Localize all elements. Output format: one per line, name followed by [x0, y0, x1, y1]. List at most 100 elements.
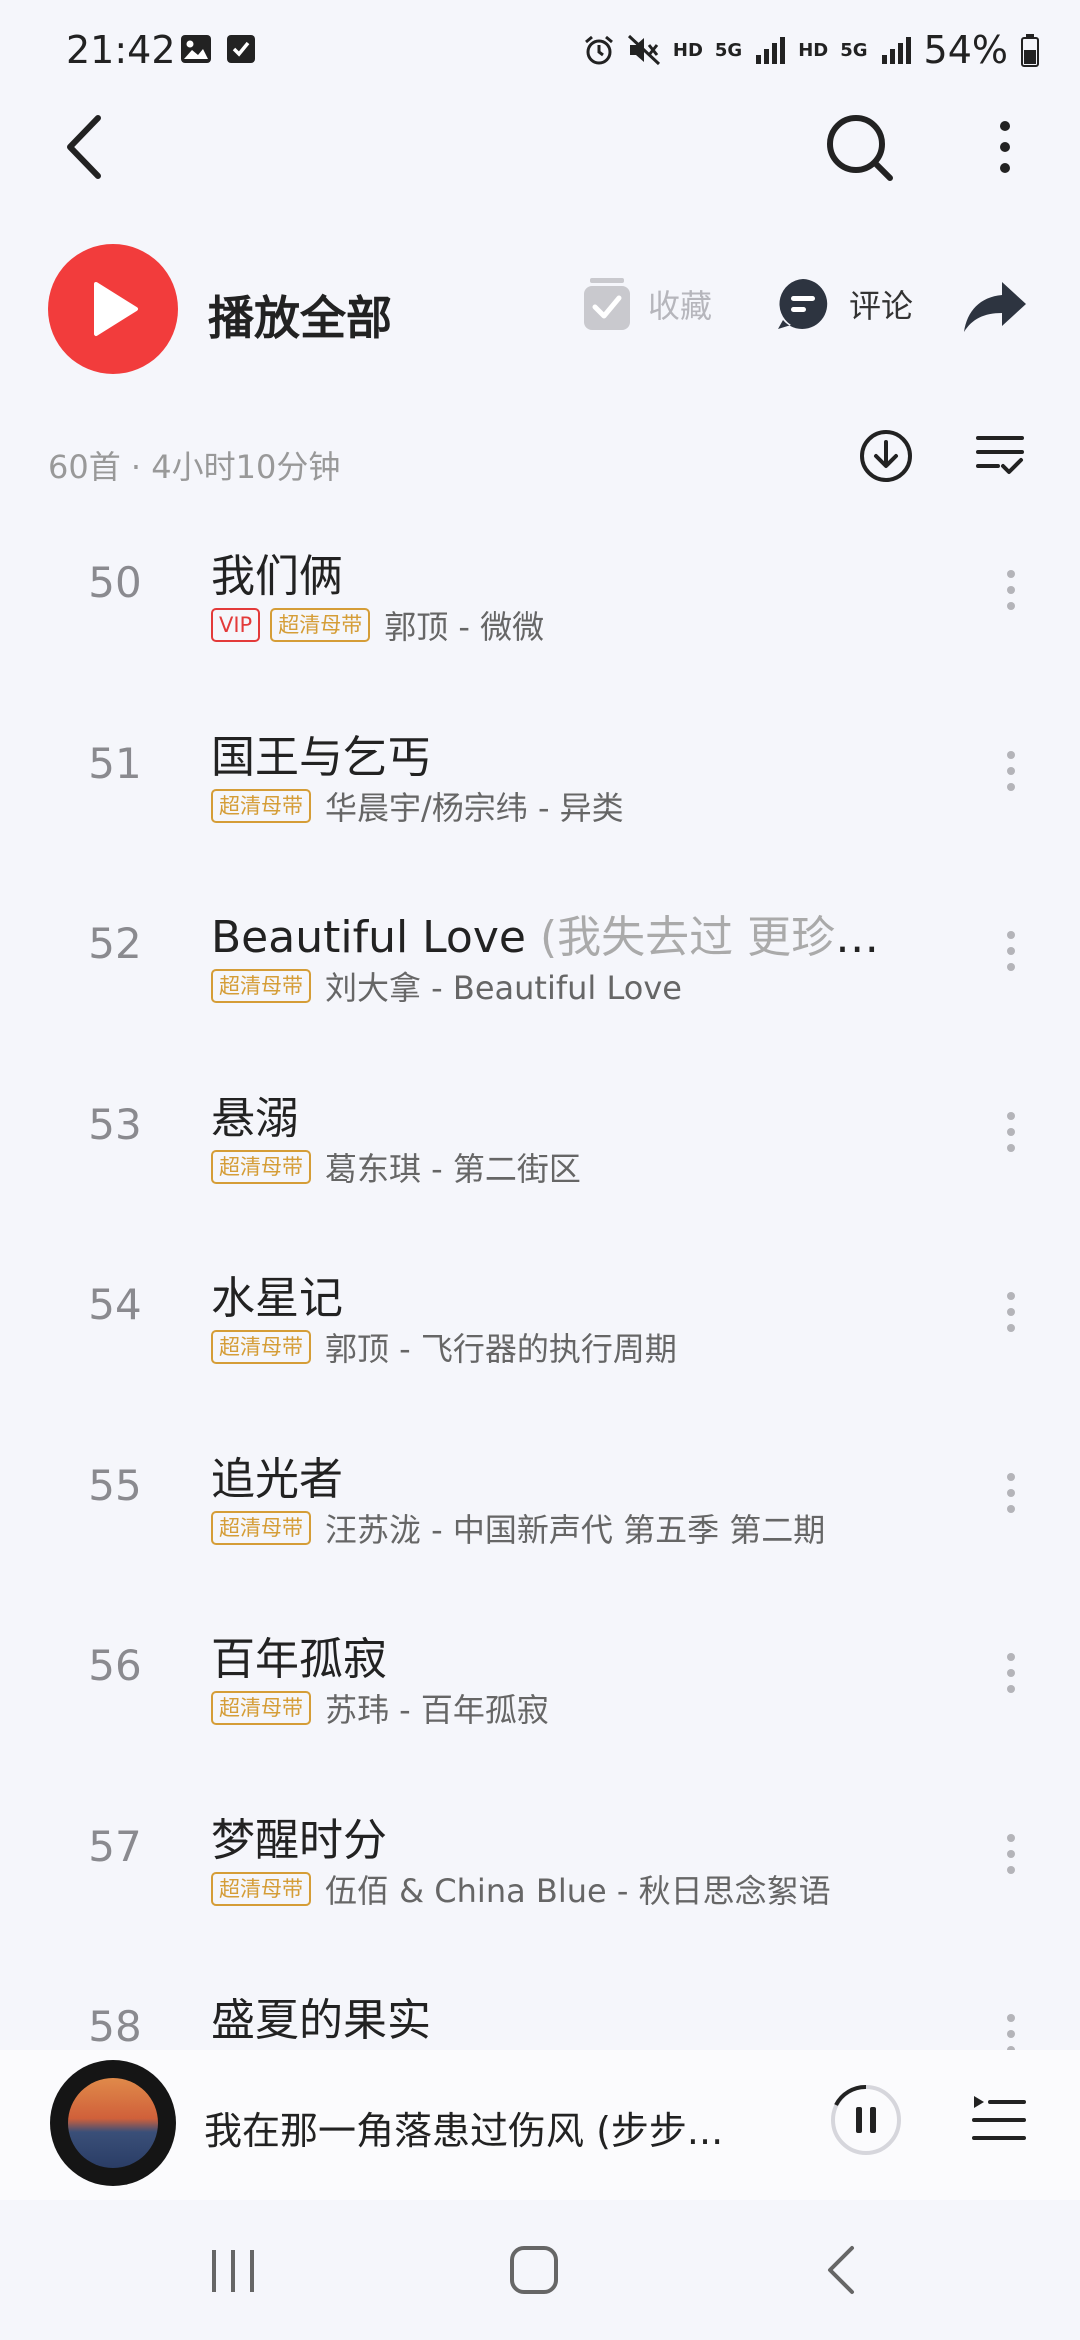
- song-row[interactable]: 55 追光者 超清母带 汪苏泷 - 中国新声代 第五季 第二期: [0, 1423, 1080, 1603]
- download-button[interactable]: [858, 428, 914, 488]
- song-artist-album: 刘大拿 - Beautiful Love: [325, 969, 682, 1007]
- song-title-main: 梦醒时分: [211, 1814, 387, 1866]
- nav-back-button[interactable]: [822, 2244, 862, 2300]
- more-vertical-icon: [1007, 1292, 1015, 1332]
- status-bar: 21:42 HD 5G HD 5G 54%: [0, 0, 1080, 100]
- share-button[interactable]: [962, 278, 1028, 338]
- playlist-screen: 21:42 HD 5G HD 5G 54% 播放全部 收藏 评论 60首 · 4…: [0, 0, 1080, 2340]
- song-title: 梦醒时分: [211, 1804, 387, 1868]
- search-button[interactable]: [820, 108, 900, 188]
- now-playing-cover[interactable]: [50, 2060, 176, 2186]
- song-artist-album: 郭顶 - 飞行器的执行周期: [325, 1330, 677, 1368]
- play-all-label[interactable]: 播放全部: [208, 282, 392, 348]
- download-icon: [860, 430, 912, 482]
- mini-player[interactable]: 我在那一角落患过伤风 (步步...: [0, 2050, 1080, 2200]
- song-list: 50 我们俩 VIP 超清母带 郭顶 - 微微 51 国王与乞丐 超清母带 华晨宇/杨宗纬 - …: [0, 500, 1080, 2050]
- song-meta: 超清母带 伍佰 & China Blue - 秋日思念絮语: [211, 1866, 831, 1912]
- more-vertical-icon: [1007, 1472, 1015, 1513]
- song-title: Beautiful Love (我失去过 更珍惜...: [211, 901, 911, 965]
- vip-badge: VIP: [211, 608, 261, 642]
- song-title-main: 悬溺: [211, 1092, 299, 1144]
- recents-icon: [212, 2250, 254, 2292]
- quality-badge: 超清母带: [211, 1330, 311, 1364]
- song-title-main: 国王与乞丐: [211, 731, 431, 783]
- song-more-button[interactable]: [996, 1463, 1026, 1523]
- song-row[interactable]: 52 Beautiful Love (我失去过 更珍惜... 超清母带 刘大拿 - B…: [0, 881, 1080, 1061]
- home-icon: [510, 2246, 558, 2294]
- song-title-main: 追光者: [211, 1453, 343, 1505]
- quality-badge: 超清母带: [211, 788, 311, 823]
- song-number: 57: [88, 1821, 142, 1871]
- comment-button[interactable]: 评论: [775, 276, 913, 332]
- now-playing-title[interactable]: 我在那一角落患过伤风 (步步...: [204, 2100, 723, 2155]
- song-row[interactable]: 54 水星记超清母带 郭顶 - 飞行器的执行周期: [0, 1242, 1080, 1422]
- playlist-actions: 播放全部 收藏 评论: [0, 240, 1080, 380]
- song-title-main: 盛夏的果实: [211, 1995, 431, 2046]
- battery-icon: [1021, 34, 1039, 67]
- pause-button[interactable]: [828, 2082, 904, 2158]
- quality-badge: 超清母带: [211, 1691, 311, 1725]
- more-vertical-icon: [1007, 570, 1015, 610]
- queue-icon: [972, 2096, 1026, 2140]
- play-icon: [94, 282, 138, 336]
- song-number: 54: [88, 1280, 142, 1329]
- song-number: 51: [88, 738, 142, 788]
- battery-percent: 54%: [923, 28, 1008, 72]
- song-more-button[interactable]: [996, 1282, 1026, 1342]
- nav-back-icon: [828, 2246, 854, 2294]
- song-row[interactable]: 56 百年孤寂 超清母带 苏玮 - 百年孤寂: [0, 1603, 1080, 1783]
- song-title: 我们俩: [211, 540, 343, 604]
- song-meta: 超清母带 苏玮 - 百年孤寂: [211, 1685, 549, 1731]
- home-button[interactable]: [508, 2244, 560, 2300]
- multi-select-button[interactable]: [976, 434, 1024, 482]
- more-vertical-icon: [1007, 931, 1015, 971]
- song-more-button[interactable]: [996, 560, 1026, 620]
- recents-button[interactable]: [210, 2248, 256, 2298]
- more-vertical-icon: [1007, 1111, 1015, 1152]
- song-row[interactable]: 50 我们俩 VIP 超清母带 郭顶 - 微微: [0, 520, 1080, 700]
- song-artist-album: 郭顶 - 微微: [384, 608, 545, 646]
- share-icon: [964, 282, 1026, 332]
- song-number: 58: [88, 2002, 142, 2050]
- status-right-icons: HD 5G HD 5G 54%: [583, 28, 1040, 72]
- song-title-note: (我失去过 更珍惜...: [539, 912, 911, 963]
- song-title: 水星记: [211, 1262, 343, 1326]
- play-queue-button[interactable]: [970, 2092, 1026, 2152]
- song-row[interactable]: 51 国王与乞丐 超清母带 华晨宇/杨宗纬 - 异类: [0, 701, 1080, 881]
- song-artist-album: 葛东琪 - 第二街区: [325, 1149, 581, 1188]
- quality-badge: 超清母带: [211, 1510, 311, 1545]
- song-title-main: 我们俩: [211, 551, 343, 602]
- play-all-button[interactable]: [48, 244, 178, 374]
- song-row[interactable]: 58盛夏的果实超清母带莫文蔚 - 祝你幸福: [0, 1964, 1080, 2050]
- song-more-button[interactable]: [996, 921, 1026, 981]
- more-button[interactable]: [980, 112, 1030, 182]
- quality-badge: 超清母带: [270, 608, 371, 642]
- song-more-button[interactable]: [996, 1824, 1026, 1884]
- song-more-button[interactable]: [996, 1102, 1026, 1162]
- pause-icon: [831, 2084, 901, 2155]
- song-artist-album: 汪苏泷 - 中国新声代 第五季 第二期: [325, 1510, 826, 1549]
- quality-badge: 超清母带: [211, 1871, 311, 1906]
- song-title: 盛夏的果实: [211, 1984, 431, 2048]
- song-meta: 超清母带 葛东琪 - 第二街区: [211, 1144, 581, 1190]
- network-label-1: 5G: [714, 39, 743, 61]
- song-more-button[interactable]: [996, 1643, 1026, 1703]
- song-title: 百年孤寂: [211, 1623, 387, 1687]
- song-artist-album: 苏玮 - 百年孤寂: [325, 1691, 549, 1729]
- quality-badge: 超清母带: [211, 1149, 311, 1184]
- network-label-2: 5G: [840, 39, 868, 61]
- signal-icon-2: [881, 37, 911, 64]
- back-button[interactable]: [52, 112, 122, 182]
- song-meta: 超清母带 刘大拿 - Beautiful Love: [211, 963, 682, 1009]
- more-vertical-icon: [1000, 121, 1010, 173]
- song-meta: 超清母带 汪苏泷 - 中国新声代 第五季 第二期: [211, 1505, 825, 1551]
- collect-button[interactable]: 收藏: [580, 276, 712, 332]
- song-title-main: Beautiful Love: [211, 912, 540, 963]
- song-row[interactable]: 53 悬溺 超清母带 葛东琪 - 第二街区: [0, 1062, 1080, 1242]
- song-row[interactable]: 57 梦醒时分 超清母带 伍佰 & China Blue - 秋日思念絮语: [0, 1784, 1080, 1964]
- song-more-button[interactable]: [996, 741, 1026, 801]
- song-title: 悬溺: [211, 1082, 299, 1146]
- song-more-button[interactable]: [996, 2004, 1026, 2050]
- playlist-summary: 60首 · 4小时10分钟: [0, 420, 1080, 500]
- song-meta: 超清母带 华晨宇/杨宗纬 - 异类: [211, 783, 624, 829]
